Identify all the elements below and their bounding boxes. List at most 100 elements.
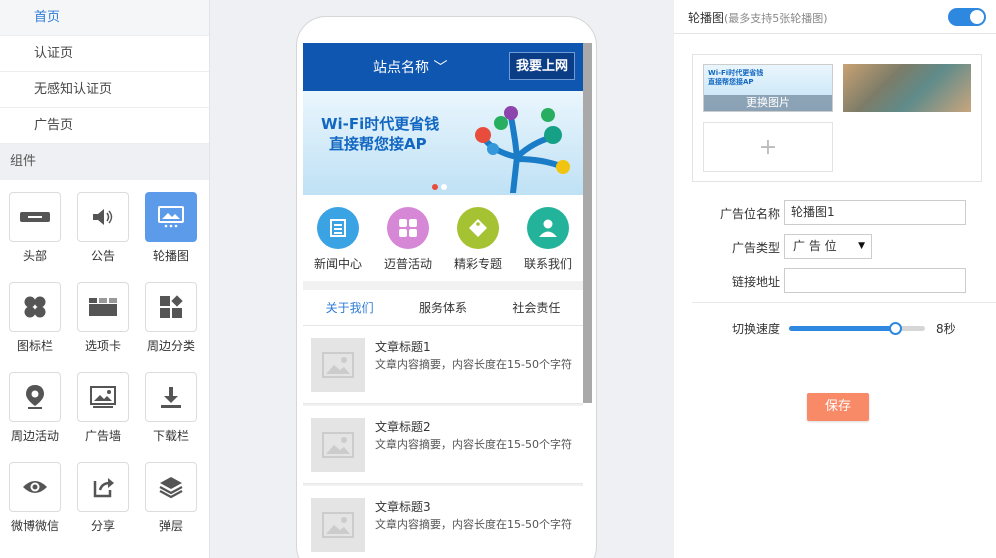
article-title: 文章标题2 bbox=[375, 420, 431, 434]
component-weibo-wechat[interactable]: 微博微信 bbox=[8, 462, 76, 540]
settings-panel: 轮播图(最多支持5张轮播图) Wi-Fi时代更省钱 直接帮您接AP 更换图片 + … bbox=[674, 0, 996, 558]
form-row-link: 链接地址 bbox=[674, 268, 996, 294]
article-item[interactable]: 文章标题2 文章内容摘要，内容长度在15-50个字符 bbox=[303, 406, 583, 484]
site-name-dropdown[interactable]: 站点名称 ﹀ bbox=[373, 57, 447, 77]
page-item-auth[interactable]: 认证页 bbox=[0, 36, 209, 72]
icon-item-activities[interactable]: 迈普活动 bbox=[373, 207, 443, 281]
components-heading: 组件 bbox=[0, 144, 209, 180]
tab-social[interactable]: 社会责任 bbox=[490, 290, 583, 325]
header-icon bbox=[9, 192, 61, 242]
component-label: 弹层 bbox=[158, 519, 183, 533]
icon-item-news[interactable]: 新闻中心 bbox=[303, 207, 373, 281]
component-label: 微博微信 bbox=[10, 519, 59, 533]
phone-preview: 站点名称 ﹀ 我要上网 Wi-Fi时代更省钱 直接帮您接AP 新闻中心 迈普活动… bbox=[296, 16, 597, 558]
layers-icon bbox=[145, 462, 197, 512]
icon-item-contact[interactable]: 联系我们 bbox=[513, 207, 583, 281]
settings-header: 轮播图(最多支持5张轮播图) bbox=[674, 0, 996, 34]
dropdown-arrow-icon: ▼ bbox=[858, 241, 865, 251]
component-label: 头部 bbox=[22, 249, 47, 263]
tab-service[interactable]: 服务体系 bbox=[396, 290, 489, 325]
site-name-label: 站点名称 bbox=[373, 60, 429, 76]
component-icon-bar[interactable]: 图标栏 bbox=[8, 282, 76, 360]
divider bbox=[692, 302, 996, 303]
form-row-name: 广告位名称 轮播图1 bbox=[674, 200, 996, 226]
component-share[interactable]: 分享 bbox=[76, 462, 144, 540]
icon-label: 精彩专题 bbox=[453, 257, 502, 271]
component-tabs[interactable]: 选项卡 bbox=[76, 282, 144, 360]
ad-type-select[interactable]: 广 告 位 ▼ bbox=[784, 234, 872, 259]
component-label: 图标栏 bbox=[16, 339, 53, 353]
component-ad-wall[interactable]: 广告墙 bbox=[76, 372, 144, 450]
image-icon bbox=[77, 372, 129, 422]
carousel-image-1[interactable]: Wi-Fi时代更省钱 直接帮您接AP 更换图片 bbox=[703, 64, 833, 112]
speed-slider[interactable] bbox=[789, 322, 925, 335]
phone-screen: 站点名称 ﹀ 我要上网 Wi-Fi时代更省钱 直接帮您接AP 新闻中心 迈普活动… bbox=[303, 43, 583, 558]
replace-image-button[interactable]: 更换图片 bbox=[704, 95, 832, 111]
component-label: 广告墙 bbox=[84, 429, 121, 443]
article-item[interactable]: 文章标题1 文章内容摘要，内容长度在15-50个字符 bbox=[303, 326, 583, 404]
component-carousel[interactable]: 轮播图 bbox=[144, 192, 209, 270]
icon-bar-icon bbox=[9, 282, 61, 332]
component-download[interactable]: 下载栏 bbox=[144, 372, 209, 450]
user-icon bbox=[527, 207, 569, 249]
slider-handle[interactable] bbox=[889, 322, 903, 335]
eye-icon bbox=[9, 462, 61, 512]
banner-line2: 直接帮您接AP bbox=[329, 135, 427, 153]
link-input[interactable] bbox=[784, 268, 966, 293]
speaker-icon bbox=[77, 192, 129, 242]
icon-item-topics[interactable]: 精彩专题 bbox=[443, 207, 513, 281]
slider-fill bbox=[789, 326, 896, 331]
chevron-down-icon: ﹀ bbox=[433, 60, 448, 76]
component-nearby-activity[interactable]: 周边活动 bbox=[8, 372, 76, 450]
component-label: 公告 bbox=[90, 249, 115, 263]
tab-about-us[interactable]: 关于我们 bbox=[303, 290, 396, 325]
carousel-icon bbox=[145, 192, 197, 242]
article-title: 文章标题1 bbox=[375, 340, 431, 354]
page-item-seamless-auth[interactable]: 无感知认证页 bbox=[0, 72, 209, 108]
add-image-button[interactable]: + bbox=[703, 122, 833, 172]
phone-scrollbar[interactable] bbox=[583, 43, 592, 403]
article-title: 文章标题3 bbox=[375, 500, 431, 514]
icon-label: 迈普活动 bbox=[383, 257, 432, 271]
component-label: 选项卡 bbox=[84, 339, 121, 353]
carousel-toggle[interactable] bbox=[948, 8, 986, 26]
mini-banner-text: Wi-Fi时代更省钱 直接帮您接AP bbox=[708, 69, 763, 87]
ad-type-value: 广 告 位 bbox=[793, 239, 837, 253]
article-item[interactable]: 文章标题3 文章内容摘要，内容长度在15-50个字符 bbox=[303, 486, 583, 558]
mini-banner-line2: 直接帮您接AP bbox=[708, 78, 754, 86]
form-row-type: 广告类型 广 告 位 ▼ bbox=[674, 234, 996, 260]
category-icon bbox=[145, 282, 197, 332]
component-grid: 头部 公告 轮播图 图标栏 选项卡 周边分类 周边活动 广告墙 下载栏 微博微信… bbox=[0, 180, 209, 540]
image-placeholder-icon bbox=[311, 338, 365, 392]
icon-label: 新闻中心 bbox=[313, 257, 362, 271]
component-label: 下载栏 bbox=[152, 429, 189, 443]
link-label: 链接地址 bbox=[731, 275, 780, 289]
icon-bar: 新闻中心 迈普活动 精彩专题 联系我们 bbox=[303, 195, 583, 281]
banner-carousel[interactable]: Wi-Fi时代更省钱 直接帮您接AP bbox=[303, 91, 583, 195]
page-item-home[interactable]: 首页 bbox=[0, 0, 209, 36]
image-placeholder-icon bbox=[311, 498, 365, 552]
component-category[interactable]: 周边分类 bbox=[144, 282, 209, 360]
component-popup-layer[interactable]: 弹层 bbox=[144, 462, 209, 540]
download-icon bbox=[145, 372, 197, 422]
settings-hint: (最多支持5张轮播图) bbox=[724, 12, 828, 25]
page-item-ad[interactable]: 广告页 bbox=[0, 108, 209, 144]
left-panel: 首页 认证页 无感知认证页 广告页 组件 头部 公告 轮播图 图标栏 选项卡 周… bbox=[0, 0, 210, 558]
plus-icon: + bbox=[758, 134, 778, 160]
carousel-image-2[interactable] bbox=[843, 64, 971, 112]
banner-line1: Wi-Fi时代更省钱 bbox=[321, 115, 440, 133]
toggle-knob bbox=[970, 10, 984, 24]
icon-label: 联系我们 bbox=[523, 257, 572, 271]
save-button[interactable]: 保存 bbox=[807, 393, 869, 421]
image-gallery: Wi-Fi时代更省钱 直接帮您接AP 更换图片 + bbox=[692, 54, 982, 182]
online-button[interactable]: 我要上网 bbox=[508, 52, 575, 80]
app-header: 站点名称 ﹀ 我要上网 bbox=[303, 43, 583, 91]
article-summary: 文章内容摘要，内容长度在15-50个字符 bbox=[375, 358, 572, 371]
tag-icon bbox=[457, 207, 499, 249]
ad-name-input[interactable]: 轮播图1 bbox=[784, 200, 966, 225]
component-notice[interactable]: 公告 bbox=[76, 192, 144, 270]
component-label: 分享 bbox=[90, 519, 115, 533]
component-header[interactable]: 头部 bbox=[8, 192, 76, 270]
tabs-icon bbox=[77, 282, 129, 332]
location-pin-icon bbox=[9, 372, 61, 422]
